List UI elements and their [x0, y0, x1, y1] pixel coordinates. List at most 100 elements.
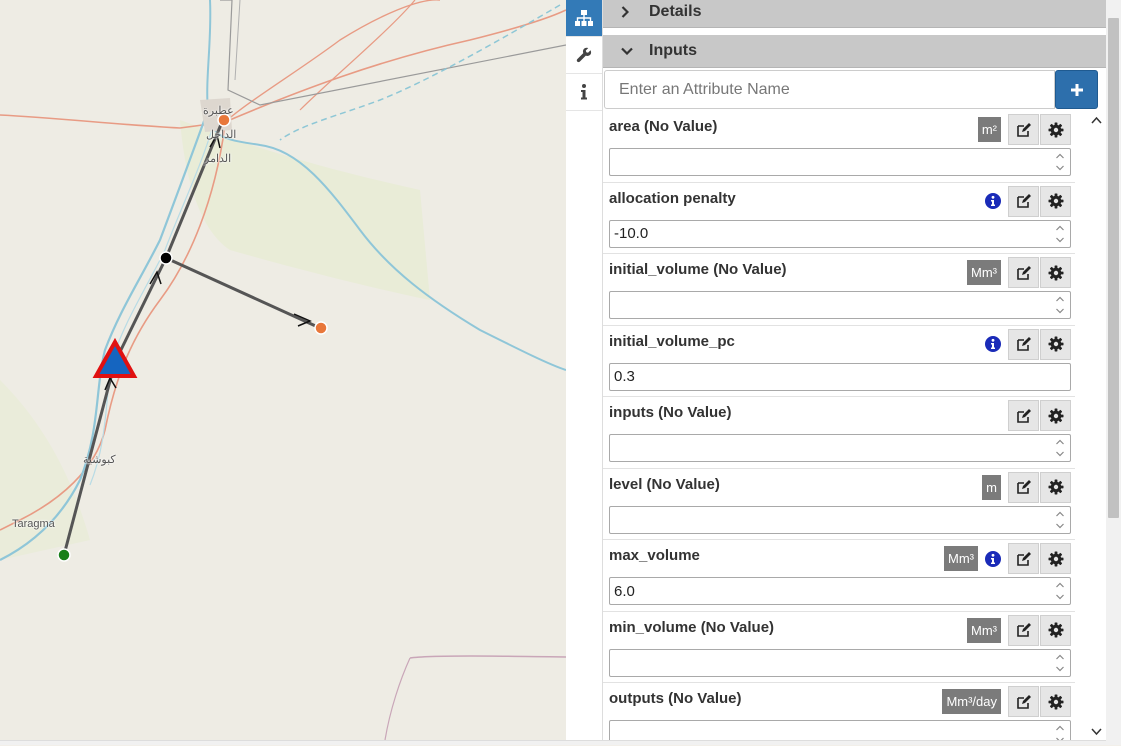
- attribute-tools: m²: [977, 114, 1071, 145]
- attribute-value-input[interactable]: [609, 434, 1071, 462]
- network-link[interactable]: [165, 256, 321, 330]
- tab-tools[interactable]: [566, 37, 602, 74]
- attribute-tools: [985, 185, 1071, 217]
- attribute-value-input[interactable]: [609, 362, 1071, 391]
- spin-up-icon: [1056, 725, 1064, 731]
- wrench-icon: [576, 47, 592, 63]
- attribute-value-input[interactable]: [609, 648, 1071, 677]
- spin-down-icon: [1056, 594, 1064, 600]
- attribute-row: initial_volume_pc: [603, 326, 1075, 397]
- attribute-row: initial_volume (No Value) Mm³: [603, 254, 1075, 326]
- settings-button[interactable]: [1040, 614, 1071, 646]
- map-canvas[interactable]: [0, 0, 566, 740]
- spin-down-icon: [1056, 165, 1064, 171]
- horizontal-scrollbar[interactable]: [0, 740, 1106, 745]
- number-spinner[interactable]: [1055, 439, 1065, 457]
- attribute-name: allocation penalty: [609, 189, 736, 207]
- attribute-row: outputs (No Value) Mm³/day: [603, 683, 1075, 740]
- info-circle-icon[interactable]: [985, 193, 1001, 209]
- spin-down-icon: [1056, 666, 1064, 671]
- attribute-tools: Mm³: [944, 543, 1071, 574]
- attribute-value-input[interactable]: [609, 291, 1071, 319]
- settings-button[interactable]: [1040, 328, 1071, 360]
- number-spinner[interactable]: [1055, 225, 1065, 243]
- attribute-value-input[interactable]: [609, 505, 1071, 534]
- settings-button[interactable]: [1040, 471, 1071, 503]
- edit-icon: [1016, 337, 1031, 351]
- attribute-value-input[interactable]: [609, 148, 1071, 176]
- edit-icon: [1016, 408, 1031, 423]
- settings-button[interactable]: [1040, 257, 1071, 288]
- number-spinner[interactable]: [1055, 725, 1065, 740]
- output-node[interactable]: [314, 321, 328, 335]
- settings-button[interactable]: [1040, 185, 1071, 217]
- gear-icon: [1048, 622, 1063, 638]
- number-spinner[interactable]: [1055, 296, 1065, 314]
- page-scrollbar[interactable]: [1106, 0, 1121, 745]
- attribute-name: area (No Value): [609, 118, 718, 135]
- inputs-accordion-header[interactable]: Inputs: [603, 35, 1106, 68]
- road: [0, 9, 566, 129]
- attribute-name: level (No Value): [609, 475, 720, 493]
- attribute-name: min_volume (No Value): [609, 618, 775, 636]
- attribute-tools: Mm³/day: [942, 686, 1071, 717]
- attribute-value-input[interactable]: [609, 219, 1071, 248]
- edit-icon: [1016, 122, 1031, 137]
- reservoir-node[interactable]: [92, 337, 138, 378]
- attribute-value-input[interactable]: [609, 577, 1071, 605]
- junction-node[interactable]: [159, 251, 173, 265]
- edit-button[interactable]: [1008, 185, 1039, 217]
- map-town-label: كبوشية: [83, 454, 116, 466]
- number-spinner[interactable]: [1055, 582, 1065, 600]
- spin-up-icon: [1056, 153, 1064, 159]
- number-spinner[interactable]: [1055, 654, 1065, 672]
- edit-button[interactable]: [1008, 614, 1039, 646]
- attribute-name: inputs (No Value): [609, 404, 732, 421]
- add-attribute-button[interactable]: [1055, 70, 1098, 109]
- sidebar-tab-strip: [566, 0, 603, 740]
- edit-button[interactable]: [1008, 686, 1039, 717]
- map-view[interactable]: عطبرة الداخل الدامر كبوشية Taragma: [0, 0, 566, 740]
- settings-button[interactable]: [1040, 543, 1071, 574]
- unit-badge: m²: [977, 117, 1001, 142]
- gear-icon: [1048, 265, 1063, 280]
- inputs-label: Inputs: [649, 42, 697, 59]
- attribute-tools: Mm³: [967, 614, 1071, 646]
- attribute-name-input[interactable]: [604, 70, 1055, 109]
- attribute-tools: [985, 328, 1071, 360]
- tab-info[interactable]: [566, 74, 602, 111]
- edit-button[interactable]: [1008, 400, 1039, 431]
- spin-down-icon: [1056, 237, 1064, 242]
- info-circle-icon[interactable]: [985, 336, 1001, 352]
- spin-up-icon: [1056, 225, 1064, 230]
- attribute-row: area (No Value) m²: [603, 111, 1075, 183]
- tab-network[interactable]: [566, 0, 602, 37]
- details-accordion-header[interactable]: Details: [603, 0, 1106, 28]
- edit-button[interactable]: [1008, 328, 1039, 360]
- unit-badge: m: [982, 474, 1001, 500]
- settings-button[interactable]: [1040, 686, 1071, 717]
- number-spinner[interactable]: [1055, 511, 1065, 529]
- source-node[interactable]: [57, 548, 71, 562]
- attribute-name: max_volume: [609, 547, 700, 564]
- edit-icon: [1016, 623, 1031, 637]
- number-spinner[interactable]: [1055, 153, 1065, 171]
- settings-button[interactable]: [1040, 114, 1071, 145]
- edit-button[interactable]: [1008, 543, 1039, 574]
- info-icon: [581, 84, 587, 100]
- scrollbar-arrows: [1091, 116, 1102, 736]
- attribute-value-input[interactable]: [609, 720, 1071, 740]
- chevron-right-icon: [621, 6, 629, 18]
- settings-button[interactable]: [1040, 400, 1071, 431]
- edit-button[interactable]: [1008, 257, 1039, 288]
- map-town-label: Taragma: [12, 518, 55, 530]
- edit-button[interactable]: [1008, 471, 1039, 503]
- edit-icon: [1016, 551, 1031, 566]
- road: [384, 657, 411, 740]
- attribute-row: inputs (No Value): [603, 397, 1075, 469]
- edit-button[interactable]: [1008, 114, 1039, 145]
- scrollbar-thumb[interactable]: [1108, 18, 1119, 518]
- attribute-list-scrollbar[interactable]: [1087, 111, 1106, 741]
- attribute-name: initial_volume_pc: [609, 332, 735, 350]
- info-circle-icon[interactable]: [985, 550, 1001, 567]
